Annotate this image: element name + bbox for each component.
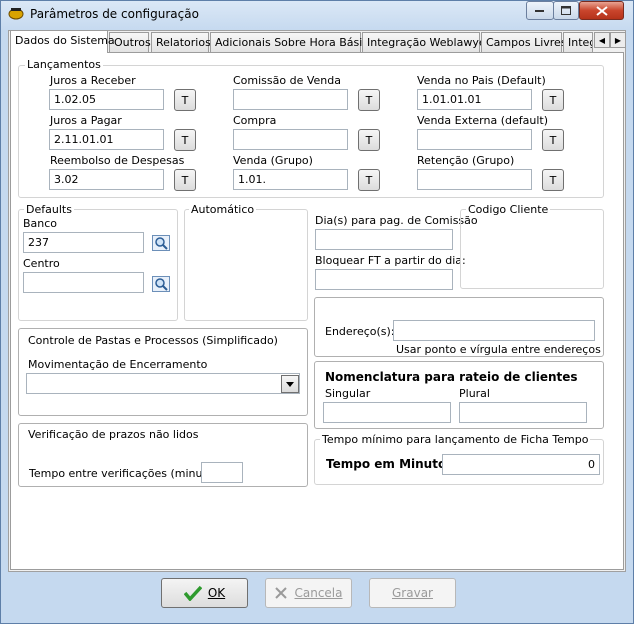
juros-receber-label: Juros a Receber [50,74,136,87]
check-icon [183,585,202,601]
cancel-button-label: Cancela [294,586,343,600]
close-icon [595,5,608,16]
tab-scroll-right-button[interactable]: ▶ [610,32,626,48]
juros-pagar-t-button[interactable]: T [174,129,196,151]
dias-comissao-label: Dia(s) para pag. de Comissão [315,214,478,227]
banco-input[interactable]: 237 [23,232,144,253]
venda-grupo-input[interactable]: 1.01. [233,169,348,190]
reembolso-label: Reembolso de Despesas [50,154,185,167]
singular-input[interactable] [323,402,451,423]
compra-input[interactable] [233,129,348,150]
minimize-icon [535,9,544,12]
tab-integ[interactable]: Integ [563,32,593,52]
chevron-down-icon [286,381,294,387]
compra-label: Compra [233,114,277,127]
venda-externa-input[interactable] [417,129,532,150]
dias-comissao-input[interactable] [315,229,453,250]
banco-label: Banco [23,217,58,230]
plural-input[interactable] [459,402,587,423]
retencao-grupo-input[interactable] [417,169,532,190]
title-bar: Parâmetros de configuração [0,0,632,28]
tempo-minutos-label: Tempo em Minutos [326,457,454,471]
controle-pastas-title: Controle de Pastas e Processos (Simplifi… [28,334,278,347]
cancel-button[interactable]: Cancela [265,578,352,608]
tab-integracao-weblawyer[interactable]: Integração Weblawyer [362,32,490,52]
centro-search-button[interactable] [152,276,170,292]
window-title: Parâmetros de configuração [30,7,199,21]
enderecos-hint: Usar ponto e vírgula entre endereços [396,343,601,356]
reembolso-input[interactable]: 3.02 [49,169,164,190]
enderecos-input[interactable] [393,320,595,341]
venda-externa-label: Venda Externa (default) [417,114,548,127]
bloquear-ft-label: Bloquear FT a partir do dia: [315,254,466,267]
save-button-label: Gravar [392,586,433,600]
x-icon [275,587,288,599]
save-button[interactable]: Gravar [369,578,456,608]
venda-externa-t-button[interactable]: T [542,129,564,151]
centro-input[interactable] [23,272,144,293]
automatico-title: Automático [189,203,257,216]
tempo-minutos-input[interactable]: 0 [442,454,600,475]
tempo-verificacoes-label: Tempo entre verificações (minutos): [29,467,228,480]
tab-outros[interactable]: Outros [109,32,151,52]
codigo-cliente-group [460,209,604,289]
reembolso-t-button[interactable]: T [174,169,196,191]
app-logo-icon [8,6,24,20]
banco-search-button[interactable] [152,235,170,251]
tab-relatorios[interactable]: Relatorios [151,32,211,52]
ok-button-label: OK [207,586,226,600]
movimentacao-select[interactable] [26,373,300,394]
tab-adicionais[interactable]: Adicionais Sobre Hora Básica [210,32,375,52]
magnifier-icon [152,276,170,292]
bloquear-ft-input[interactable] [315,269,453,290]
comissao-venda-label: Comissão de Venda [233,74,341,87]
magnifier-icon [152,235,170,251]
venda-pais-label: Venda no Pais (Default) [417,74,546,87]
tab-dados-do-sistema[interactable]: Dados do Sistema [10,30,115,53]
comissao-venda-input[interactable] [233,89,348,110]
enderecos-label: Endereço(s): [325,325,395,338]
defaults-title: Defaults [24,203,74,216]
automatico-group [184,209,308,321]
chevron-right-icon: ▶ [614,35,622,45]
tab-scroll-left-button[interactable]: ◀ [594,32,610,48]
verificacao-title: Verificação de prazos não lidos [28,428,199,441]
chevron-left-icon: ◀ [598,35,606,45]
juros-pagar-input[interactable]: 2.11.01.01 [49,129,164,150]
comissao-venda-t-button[interactable]: T [358,89,380,111]
plural-label: Plural [459,387,490,400]
nomenclatura-title: Nomenclatura para rateio de clientes [325,370,578,384]
codigo-cliente-title: Codigo Cliente [466,203,551,216]
ok-button[interactable]: OK [161,578,248,608]
close-button[interactable] [579,1,624,20]
movimentacao-label: Movimentação de Encerramento [28,358,208,371]
juros-receber-t-button[interactable]: T [174,89,196,111]
retencao-grupo-label: Retenção (Grupo) [417,154,515,167]
lancamentos-title: Lançamentos [25,58,103,71]
juros-receber-input[interactable]: 1.02.05 [49,89,164,110]
venda-grupo-label: Venda (Grupo) [233,154,313,167]
venda-pais-input[interactable]: 1.01.01.01 [417,89,532,110]
tempo-verificacoes-input[interactable] [201,462,243,483]
minimize-button[interactable] [526,1,554,20]
tempo-minimo-title: Tempo mínimo para lançamento de Ficha Te… [320,433,591,446]
tab-campos-livres[interactable]: Campos Livres [481,32,567,52]
centro-label: Centro [23,257,60,270]
movimentacao-dropdown-button[interactable] [281,375,299,393]
retencao-grupo-t-button[interactable]: T [542,169,564,191]
juros-pagar-label: Juros a Pagar [50,114,122,127]
venda-pais-t-button[interactable]: T [542,89,564,111]
maximize-button[interactable] [553,1,579,20]
maximize-icon [561,6,571,15]
compra-t-button[interactable]: T [358,129,380,151]
singular-label: Singular [325,387,371,400]
venda-grupo-t-button[interactable]: T [358,169,380,191]
